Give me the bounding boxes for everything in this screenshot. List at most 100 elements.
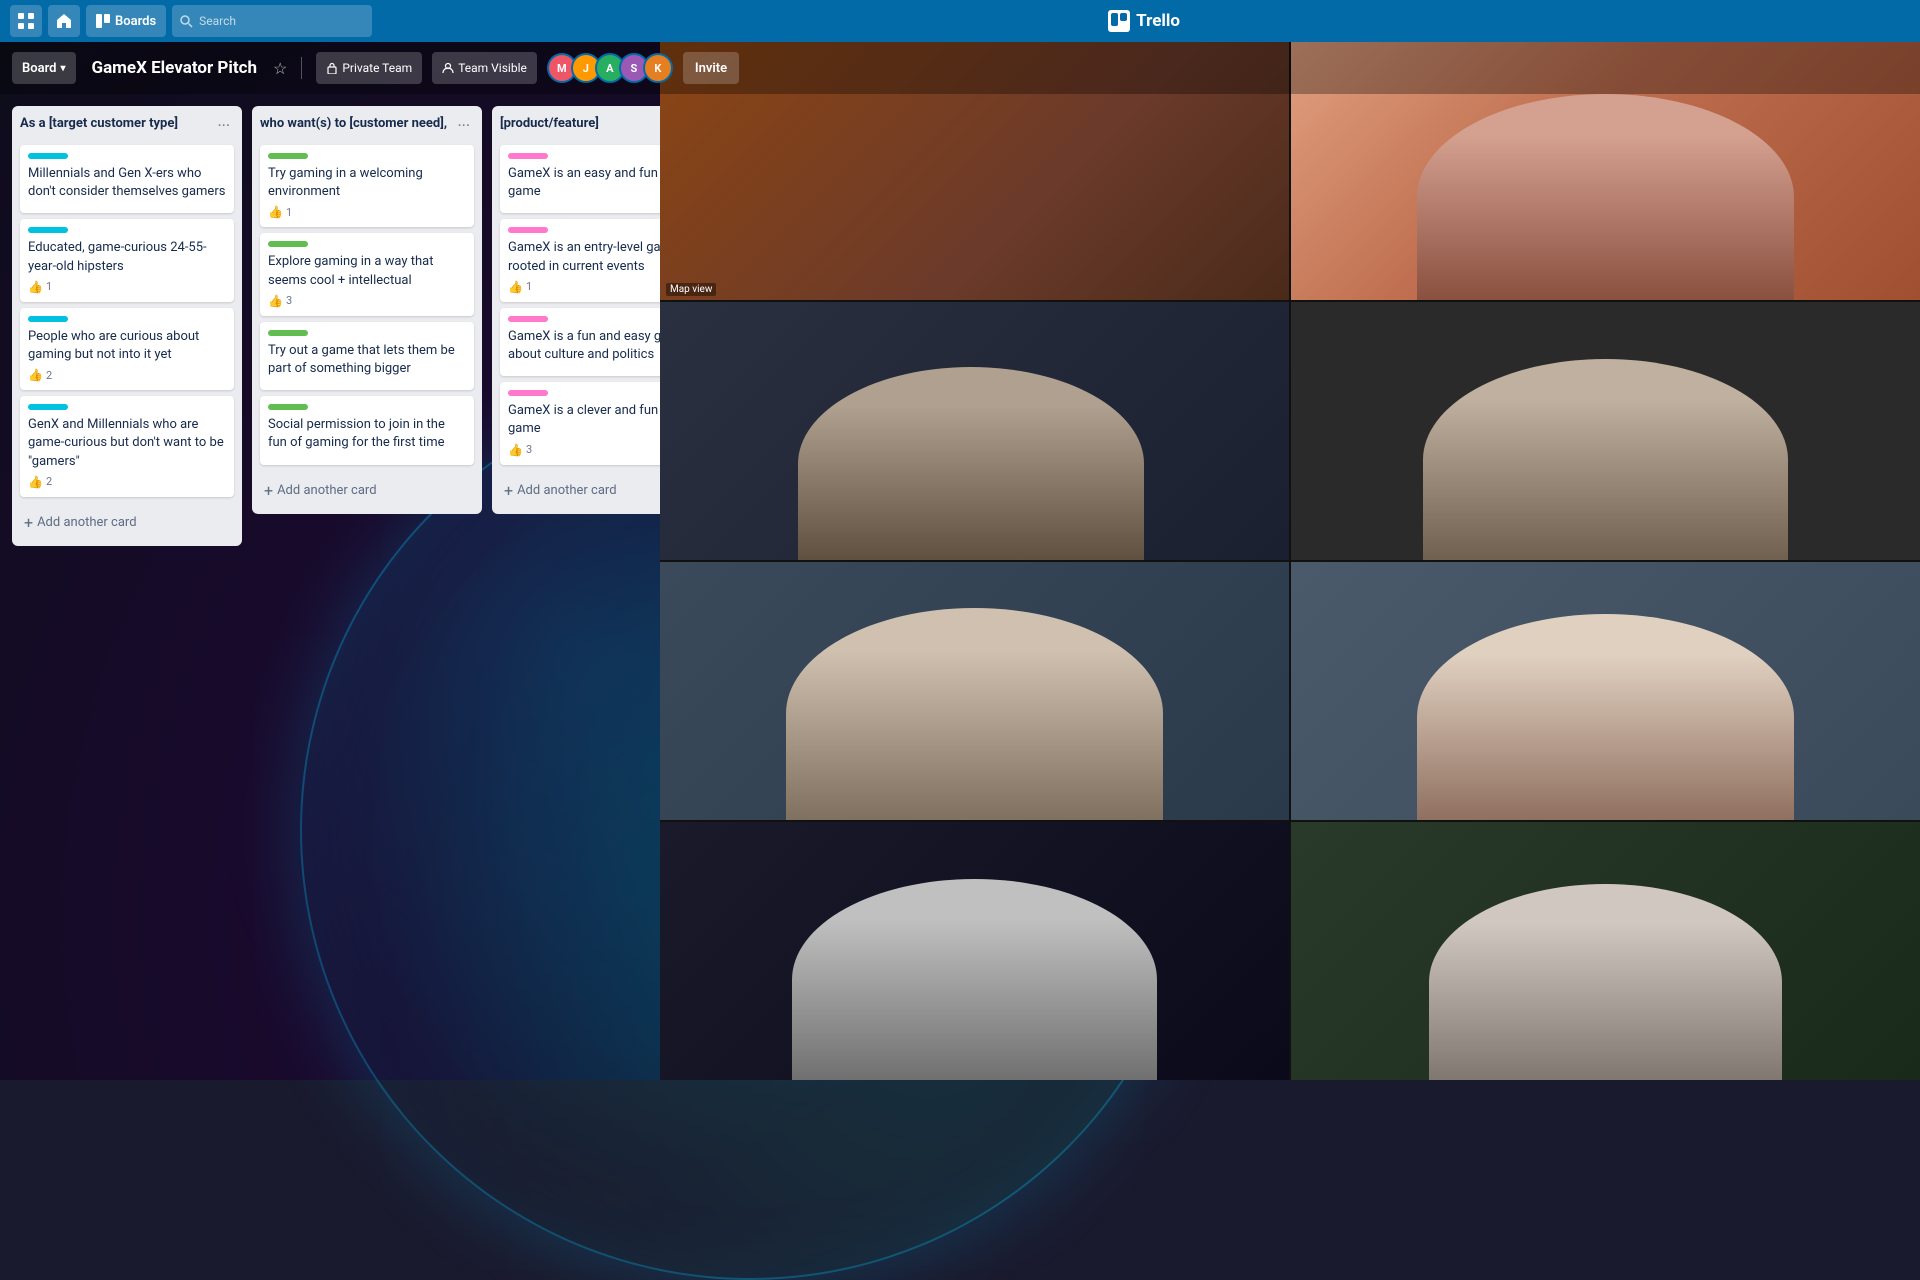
team-label: Team Visible: [458, 61, 527, 75]
topbar: Boards Search Trello: [0, 0, 1920, 42]
video-grid: Map view: [660, 42, 1920, 1080]
search-placeholder: Search: [199, 14, 236, 28]
card-1-3[interactable]: People who are curious about gaming but …: [20, 308, 234, 390]
card-2-1[interactable]: Try gaming in a welcoming environment👍1: [260, 145, 474, 227]
apps-button[interactable]: [10, 5, 42, 37]
add-card-button-3[interactable]: +Add another card: [500, 475, 660, 506]
invite-button[interactable]: Invite: [683, 52, 739, 84]
card-footer-3-4: 👍3: [508, 443, 660, 457]
card-label-2-2: [268, 241, 308, 247]
thumb-icon: 👍: [28, 280, 43, 294]
vote-count: 1: [526, 280, 532, 293]
board-view-button[interactable]: Board ▾: [12, 52, 76, 84]
video-cell-5: [660, 562, 1289, 820]
card-text-1-2: Educated, game-curious 24-55-year-old hi…: [28, 239, 226, 275]
vote-count: 3: [526, 443, 532, 456]
vote-count: 2: [46, 475, 52, 488]
card-label-1-3: [28, 316, 68, 322]
board-title: GameX Elevator Pitch: [86, 58, 264, 78]
card-2-3[interactable]: Try out a game that lets them be part of…: [260, 322, 474, 390]
card-votes-2-2: 👍3: [268, 294, 292, 308]
card-1-4[interactable]: GenX and Millennials who are game-curiou…: [20, 396, 234, 497]
column-title-2: who want(s) to [customer need],: [260, 116, 453, 133]
topbar-center: Trello: [378, 10, 1910, 32]
card-3-1[interactable]: GameX is an easy and fun mobile game: [500, 145, 660, 213]
vote-count: 2: [46, 369, 52, 382]
card-3-3[interactable]: GameX is a fun and easy game about cultu…: [500, 308, 660, 376]
card-text-2-2: Explore gaming in a way that seems cool …: [268, 253, 466, 289]
card-label-1-1: [28, 153, 68, 159]
column-menu-1[interactable]: ···: [213, 116, 234, 135]
card-text-2-4: Social permission to join in the fun of …: [268, 416, 466, 452]
card-votes-3-4: 👍3: [508, 443, 532, 457]
member-avatars: M J A S K: [553, 53, 673, 83]
trello-logo: Trello: [1108, 10, 1180, 32]
thumb-icon: 👍: [268, 294, 283, 308]
column-title-3: [product/feature]: [500, 116, 660, 133]
board-content: As a [target customer type]···Millennial…: [0, 94, 660, 1080]
video-panel: Map view: [660, 42, 1920, 1080]
add-card-icon-1: +: [24, 513, 33, 532]
card-votes-1-4: 👍2: [28, 475, 52, 489]
add-card-label-1: Add another card: [37, 515, 136, 530]
video-cell-8: [1291, 822, 1920, 1080]
card-3-4[interactable]: GameX is a clever and fun mobile game👍3: [500, 382, 660, 464]
vote-count: 3: [286, 294, 292, 307]
board-header: Board ▾ GameX Elevator Pitch ☆ Private T…: [0, 42, 1920, 94]
card-footer-2-2: 👍3: [268, 294, 466, 308]
avatar-5[interactable]: K: [643, 53, 673, 83]
card-text-3-1: GameX is an easy and fun mobile game: [508, 165, 660, 201]
thumb-icon: 👍: [508, 443, 523, 457]
card-text-1-4: GenX and Millennials who are game-curiou…: [28, 416, 226, 471]
column-header-1: As a [target customer type]···: [20, 114, 234, 137]
card-label-3-4: [508, 390, 548, 396]
trello-label: Trello: [1136, 11, 1180, 31]
column-2: who want(s) to [customer need],··· Try ga…: [252, 106, 482, 514]
card-footer-2-1: 👍1: [268, 205, 466, 219]
add-card-button-2[interactable]: +Add another card: [260, 475, 474, 506]
card-3-2[interactable]: GameX is an entry-level game rooted in c…: [500, 219, 660, 301]
column-title-1: As a [target customer type]: [20, 116, 213, 133]
column-3: [product/feature]···GameX is an easy and…: [492, 106, 660, 514]
thumb-icon: 👍: [28, 475, 43, 489]
boards-button[interactable]: Boards: [86, 5, 166, 37]
card-2-4[interactable]: Social permission to join in the fun of …: [260, 396, 474, 464]
card-text-1-1: Millennials and Gen X-ers who don't cons…: [28, 165, 226, 201]
card-text-1-3: People who are curious about gaming but …: [28, 328, 226, 364]
boards-label: Boards: [115, 14, 156, 29]
home-button[interactable]: [48, 5, 80, 37]
add-card-label-3: Add another card: [517, 483, 616, 498]
privacy-label: Private Team: [342, 61, 412, 75]
board-chevron-icon: ▾: [60, 63, 65, 74]
card-2-2[interactable]: Explore gaming in a way that seems cool …: [260, 233, 474, 315]
card-footer-3-2: 👍1: [508, 280, 660, 294]
card-1-2[interactable]: Educated, game-curious 24-55-year-old hi…: [20, 219, 234, 301]
card-votes-1-3: 👍2: [28, 368, 52, 382]
card-label-2-4: [268, 404, 308, 410]
add-card-button-1[interactable]: + Add another card: [20, 507, 234, 538]
card-label-3-1: [508, 153, 548, 159]
star-button[interactable]: ☆: [273, 59, 287, 78]
add-card-icon-2: +: [264, 481, 273, 500]
privacy-button[interactable]: Private Team: [316, 52, 422, 84]
card-text-3-3: GameX is a fun and easy game about cultu…: [508, 328, 660, 364]
card-label-1-4: [28, 404, 68, 410]
card-text-2-3: Try out a game that lets them be part of…: [268, 342, 466, 378]
card-votes-2-1: 👍1: [268, 205, 292, 219]
video-cell-6: [1291, 562, 1920, 820]
team-visibility-button[interactable]: Team Visible: [432, 52, 537, 84]
card-footer-1-3: 👍2: [28, 368, 226, 382]
card-footer-1-4: 👍2: [28, 475, 226, 489]
card-1-1[interactable]: Millennials and Gen X-ers who don't cons…: [20, 145, 234, 213]
card-footer-1-2: 👍1: [28, 280, 226, 294]
video-cell-7: [660, 822, 1289, 1080]
video-cell-4: [1291, 302, 1920, 560]
card-label-3-3: [508, 316, 548, 322]
thumb-icon: 👍: [268, 205, 283, 219]
search-bar[interactable]: Search: [172, 5, 372, 37]
column-menu-2[interactable]: ···: [453, 116, 474, 135]
card-text-3-2: GameX is an entry-level game rooted in c…: [508, 239, 660, 275]
card-votes-1-2: 👍1: [28, 280, 52, 294]
card-label-2-1: [268, 153, 308, 159]
vote-count: 1: [46, 280, 52, 293]
